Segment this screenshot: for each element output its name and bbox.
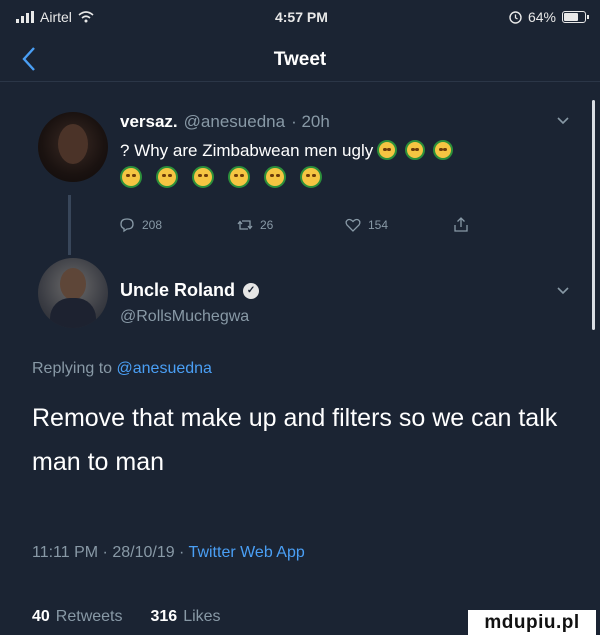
back-button[interactable] xyxy=(22,46,46,74)
display-name[interactable]: versaz. xyxy=(120,112,178,132)
avatar[interactable] xyxy=(38,112,108,182)
chevron-left-icon xyxy=(22,47,35,71)
retweets-count: 40 xyxy=(32,608,50,625)
tweet-age: · 20h xyxy=(291,112,330,131)
thread-line xyxy=(68,195,71,255)
wifi-icon xyxy=(78,11,94,23)
watermark-logo: mdupiu.pl xyxy=(468,610,596,635)
tweet-text-body: ? Why are Zimbabwean men ugly xyxy=(120,141,374,160)
status-time: 4:57 PM xyxy=(274,9,328,25)
timestamp-text: 11:11 PM · 28/10/19 · xyxy=(32,544,185,561)
grinning-emoji-icon xyxy=(405,140,426,160)
grinning-emoji-icon xyxy=(300,166,322,188)
replying-mention-link[interactable]: @anesuedna xyxy=(117,360,212,377)
grinning-emoji-icon xyxy=(264,166,286,188)
reply-icon xyxy=(120,218,134,233)
verified-badge-icon: ✓ xyxy=(243,282,260,299)
grinning-emoji-icon xyxy=(120,166,142,188)
tweet-text: ? Why are Zimbabwean men ugly xyxy=(120,138,570,164)
retweets-stat[interactable]: 40 Retweets xyxy=(32,608,123,626)
likes-label: Likes xyxy=(183,608,221,625)
chevron-down-icon[interactable] xyxy=(556,286,570,296)
tweet-author-row: versaz. @anesuedna · 20h xyxy=(120,112,330,132)
like-count: 154 xyxy=(368,218,389,232)
retweet-button[interactable]: 26 xyxy=(236,216,344,234)
tweet-stats: 40 Retweets 316 Likes xyxy=(32,608,239,626)
retweet-icon xyxy=(237,220,253,230)
reply-button[interactable]: 208 xyxy=(118,216,236,234)
status-bar: Airtel 4:57 PM 64% xyxy=(0,0,600,34)
scrollbar[interactable] xyxy=(592,100,595,330)
tweet-author-row: Uncle Roland ✓ xyxy=(120,280,260,301)
tweet-header: Tweet xyxy=(0,38,600,82)
likes-count: 316 xyxy=(150,608,178,625)
grinning-emoji-icon xyxy=(228,166,250,188)
retweets-label: Retweets xyxy=(55,608,123,625)
page-title: Tweet xyxy=(273,48,327,70)
handle[interactable]: @anesuedna xyxy=(184,112,285,132)
share-icon xyxy=(454,217,468,232)
tweet-text: Remove that make up and filters so we ca… xyxy=(32,404,558,476)
heart-icon xyxy=(345,218,361,232)
retweet-count: 26 xyxy=(260,218,274,232)
likes-stat[interactable]: 316 Likes xyxy=(151,608,221,626)
carrier-name: Airtel xyxy=(40,9,72,25)
display-name[interactable]: Uncle Roland xyxy=(120,280,235,301)
handle[interactable]: @RollsMuchegwa xyxy=(120,308,249,326)
grinning-emoji-icon xyxy=(156,166,178,188)
grinning-emoji-icon xyxy=(192,166,214,188)
tweet-timestamp: 11:11 PM · 28/10/19 · Twitter Web App xyxy=(32,544,305,562)
battery-percent: 64% xyxy=(527,9,556,25)
status-right: 64% xyxy=(509,9,589,25)
reply-count: 208 xyxy=(142,218,163,232)
replying-to: Replying to @anesuedna xyxy=(32,360,212,378)
like-button[interactable]: 154 xyxy=(344,216,452,234)
replying-label: Replying to xyxy=(32,360,113,377)
alarm-icon xyxy=(509,10,522,24)
grinning-emoji-icon xyxy=(377,140,398,160)
status-left: Airtel xyxy=(16,9,94,25)
chevron-down-icon[interactable] xyxy=(556,116,570,126)
tweet-actions: 208 26 154 xyxy=(118,216,558,234)
emoji-row xyxy=(120,166,322,188)
avatar[interactable] xyxy=(38,258,108,328)
share-button[interactable] xyxy=(452,216,482,234)
signal-icon xyxy=(16,11,34,23)
grinning-emoji-icon xyxy=(433,140,454,160)
battery-icon xyxy=(561,11,589,23)
source-link[interactable]: Twitter Web App xyxy=(189,544,305,561)
